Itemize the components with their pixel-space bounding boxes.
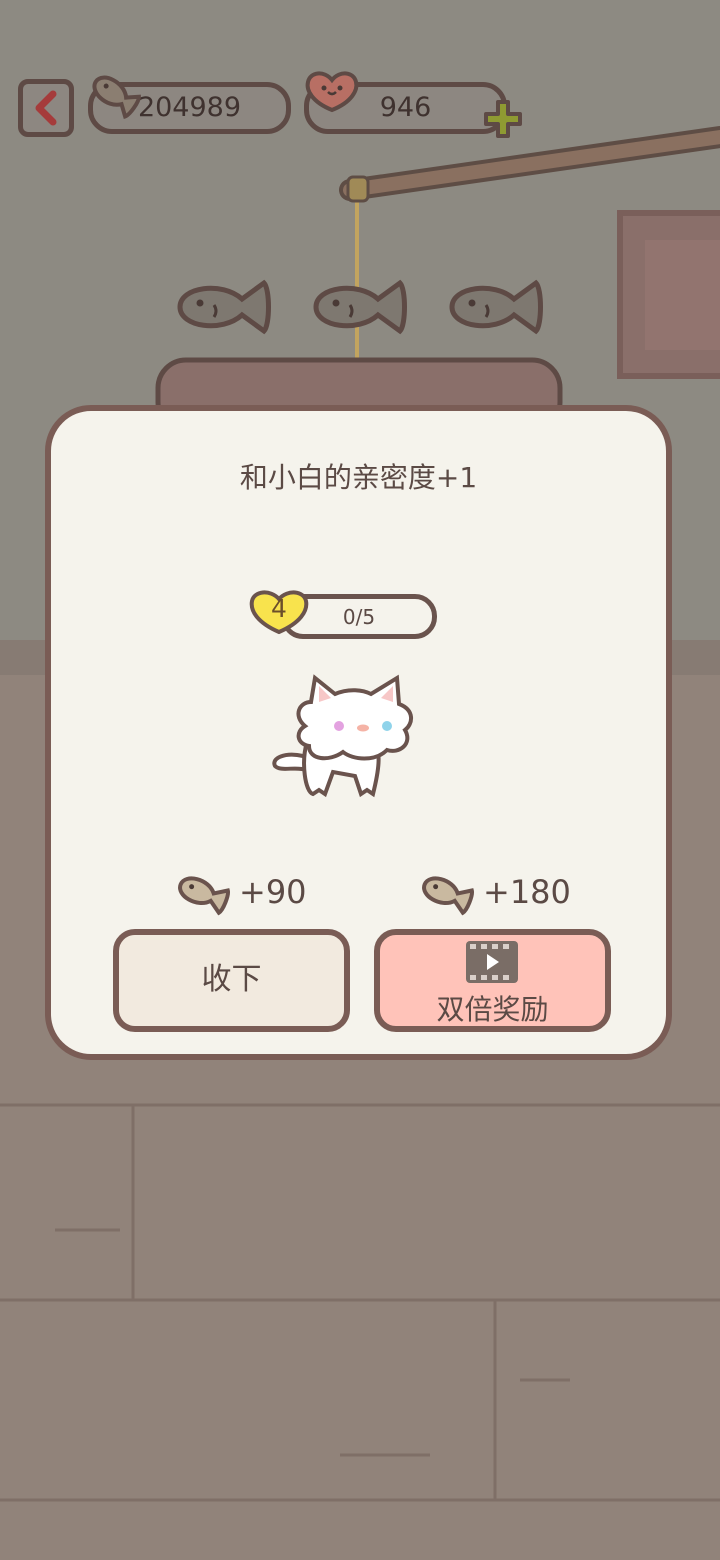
cat-character [272,674,413,798]
heart-icon [305,71,359,113]
collect-button[interactable]: 收下 [113,929,350,1032]
affection-level: 4 [271,594,287,623]
plus-icon[interactable] [482,98,524,140]
double-reward-button[interactable]: 双倍奖励 [374,929,611,1032]
fish-count: 204989 [137,92,242,123]
heart-count: 946 [379,92,432,123]
dialog-title: 和小白的亲密度+1 [239,461,478,494]
reward-double-amount: +180 [483,873,571,911]
back-button[interactable] [18,79,74,137]
fish-treat-icon [313,279,407,335]
back-arrow-icon [35,90,57,126]
fish-icon [422,876,474,916]
reward-normal-amount: +90 [239,873,307,911]
double-reward-label: 双倍奖励 [436,993,549,1026]
video-icon [466,941,518,983]
game-screen: 204989 946 和小白的亲密度+1 0/5 4 +90 +180 收下 双… [0,0,720,1560]
affection-reward-dialog: 和小白的亲密度+1 0/5 4 +90 +180 收下 双倍奖励 [45,405,672,1060]
fish-icon [178,876,230,916]
fish-treat-icon [449,279,543,335]
progress-text: 0/5 [342,605,376,629]
fish-icon [92,75,141,119]
collect-button-label: 收下 [201,962,262,997]
fish-treat-icon [177,279,271,335]
